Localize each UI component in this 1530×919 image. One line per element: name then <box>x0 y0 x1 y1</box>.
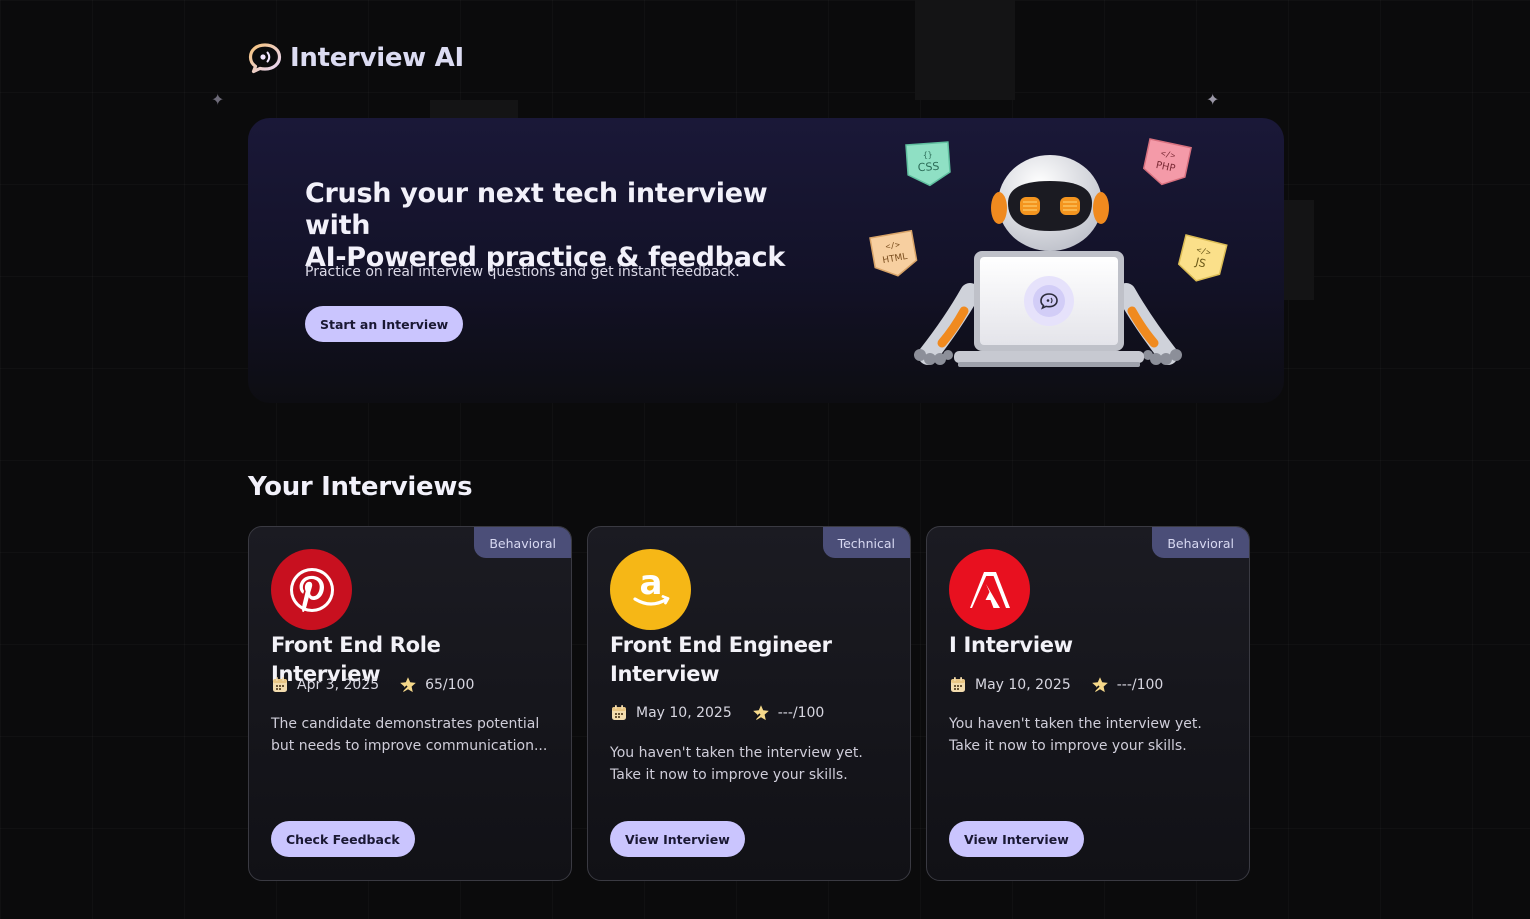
date-text: Apr 3, 2025 <box>297 677 380 693</box>
score-text: ---/100 <box>1116 677 1164 693</box>
section-title-your-interviews: Your Interviews <box>248 472 473 502</box>
hero-subtitle: Practice on real interview questions and… <box>305 264 740 280</box>
pinterest-logo-icon <box>289 567 334 612</box>
interview-meta: May 10, 2025 ---/100 <box>949 676 1163 694</box>
php-sticker-icon: </> PHP <box>1142 138 1192 186</box>
interview-card: Behavioral Front End Role Interview Apr … <box>248 526 572 881</box>
calendar-icon <box>951 677 965 692</box>
background-block <box>915 0 1015 100</box>
interview-date: May 10, 2025 <box>610 704 732 722</box>
company-logo: a <box>610 549 691 630</box>
svg-text:CSS: CSS <box>917 160 940 174</box>
interview-type-badge: Technical <box>822 527 910 558</box>
svg-text:{}: {} <box>923 150 933 160</box>
date-text: May 10, 2025 <box>636 705 732 721</box>
company-logo <box>949 549 1030 630</box>
date-text: May 10, 2025 <box>975 677 1071 693</box>
svg-text:a: a <box>639 563 662 603</box>
interview-date: May 10, 2025 <box>949 676 1071 694</box>
hero-title-line1: Crush your next tech interview with <box>305 178 768 241</box>
chat-bubble-logo-icon <box>248 43 282 74</box>
interview-score: 65/100 <box>399 676 474 694</box>
start-interview-button[interactable]: Start an Interview <box>305 306 464 342</box>
sparkle-icon: ✦ <box>1206 90 1220 109</box>
app-name: Interview AI <box>290 43 464 73</box>
interview-score: ---/100 <box>752 704 825 722</box>
interview-date: Apr 3, 2025 <box>271 676 379 694</box>
interview-score: ---/100 <box>1091 676 1164 694</box>
interview-card-list: Behavioral Front End Role Interview Apr … <box>248 526 1250 881</box>
interview-type-badge: Behavioral <box>474 527 571 558</box>
interview-card: Behavioral I Interview May 10, 2025 ---/… <box>926 526 1250 881</box>
brand[interactable]: Interview AI <box>248 42 464 74</box>
hero-title: Crush your next tech interview with AI-P… <box>305 178 805 274</box>
interview-title: I Interview <box>949 633 1073 657</box>
interview-type-badge: Behavioral <box>1152 527 1249 558</box>
view-interview-button[interactable]: View Interview <box>949 821 1084 857</box>
background-block <box>430 100 518 120</box>
interview-title: Front End Engineer Interview <box>610 633 832 686</box>
calendar-icon <box>612 705 626 720</box>
star-icon <box>1091 677 1108 693</box>
adobe-logo-icon <box>969 571 1010 608</box>
background-block <box>1284 200 1314 300</box>
interview-meta: May 10, 2025 ---/100 <box>610 704 824 722</box>
company-logo <box>271 549 352 630</box>
interview-description: You haven't taken the interview yet. Tak… <box>949 716 1202 754</box>
robot-illustration: {} CSS </> PHP </> HTML </> JS <box>869 138 1228 367</box>
score-text: ---/100 <box>777 705 825 721</box>
amazon-logo-icon: a <box>632 563 669 606</box>
interview-description: You haven't taken the interview yet. Tak… <box>610 745 863 783</box>
calendar-icon <box>273 677 287 692</box>
interview-description: The candidate demonstrates potential but… <box>271 716 548 754</box>
js-sticker-icon: </> JS <box>1177 234 1228 282</box>
star-icon <box>400 677 416 693</box>
star-icon <box>752 705 769 721</box>
sparkle-icon: ✦ <box>211 90 225 109</box>
html-sticker-icon: </> HTML <box>869 229 918 277</box>
css-sticker-icon: {} CSS <box>905 141 951 187</box>
check-feedback-button[interactable]: Check Feedback <box>271 821 415 857</box>
interview-meta: Apr 3, 2025 65/100 <box>271 676 474 694</box>
interview-card: Technical a Front End Engineer Interview <box>587 526 911 881</box>
score-text: 65/100 <box>425 677 475 693</box>
view-interview-button[interactable]: View Interview <box>610 821 745 857</box>
hero-banner: Crush your next tech interview with AI-P… <box>248 118 1284 403</box>
